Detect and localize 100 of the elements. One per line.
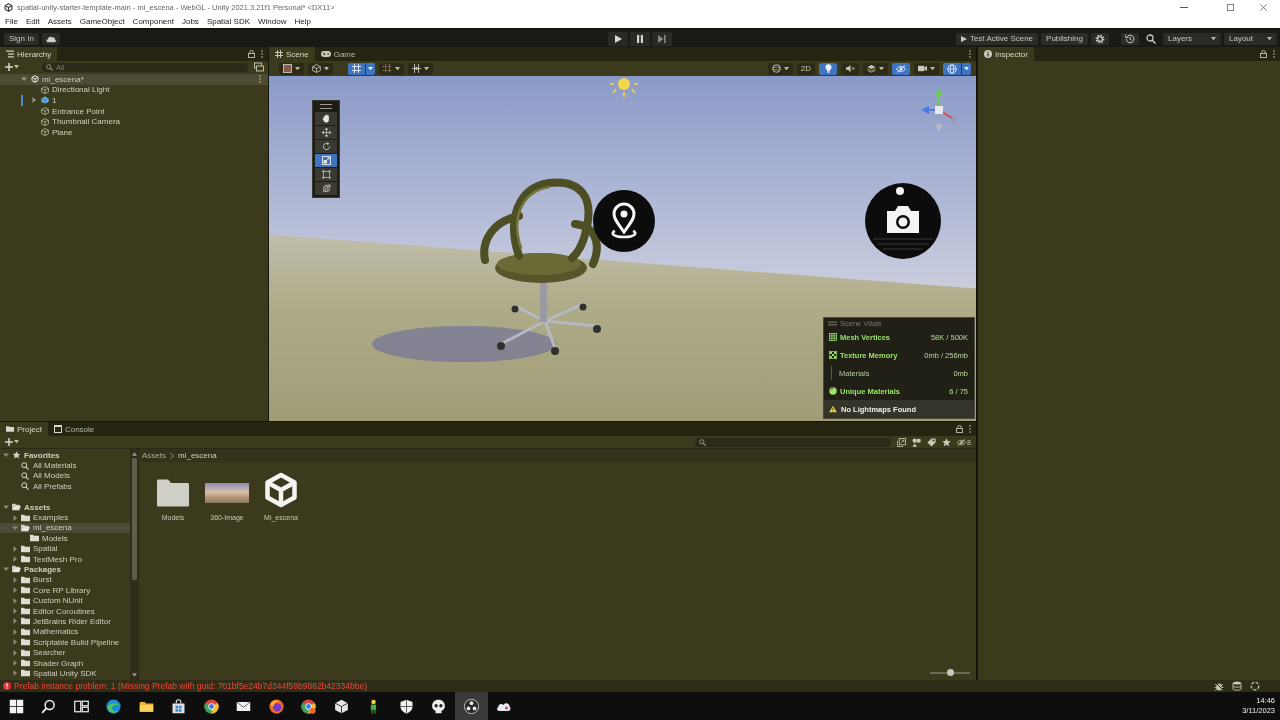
menu-item[interactable]: Component [128,14,178,28]
transform-tool-button[interactable] [315,182,337,195]
disclosure-arrow-icon[interactable] [3,504,9,511]
scene-camera-dropdown[interactable] [914,62,939,75]
project-tree-item[interactable]: Shader Graph [0,657,130,669]
tag-icon[interactable] [927,437,937,447]
disclosure-arrow-icon[interactable] [12,618,18,625]
publishing-button[interactable]: Publishing [1041,32,1088,45]
layers-dropdown[interactable]: Layers [1163,32,1221,45]
panel-tab[interactable]: Project [0,422,48,436]
hierarchy-item[interactable]: Thumbnail Camera [0,116,268,127]
settings-button[interactable] [1091,32,1109,45]
scrollbar-track[interactable] [130,449,138,680]
project-tree-item[interactable]: Spatial [0,543,130,554]
disclosure-arrow-icon[interactable] [12,576,18,583]
move-tool-button[interactable] [315,126,337,139]
disclosure-arrow-icon[interactable] [12,660,18,666]
hand-tool-button[interactable] [315,112,337,125]
render-mode-dropdown[interactable] [308,62,333,75]
window-arrow-icon[interactable] [897,437,907,447]
audio-toggle[interactable] [841,62,859,75]
panel-tab[interactable]: Console [47,422,101,436]
layout-dropdown[interactable]: Layout [1224,32,1277,45]
disclosure-arrow-icon[interactable] [12,514,18,521]
menu-item[interactable]: Assets [43,14,76,28]
shapes-icon[interactable] [912,437,922,447]
view-tab[interactable]: Scene [269,47,315,61]
project-tree-item[interactable]: mi_escena [0,522,130,534]
rotate-tool-button[interactable] [315,140,337,153]
disclosure-arrow-icon[interactable] [12,649,18,656]
disclosure-arrow-icon[interactable] [12,639,18,646]
gizmos-options-button[interactable] [962,62,971,75]
grid-snap-toggle[interactable] [348,62,365,75]
scale-tool-button[interactable] [315,154,337,167]
sign-in-button[interactable]: Sign In [4,32,39,45]
project-tree-item[interactable]: Custom NUnit [0,595,130,606]
hierarchy-item[interactable]: mi_escena* [0,74,268,85]
project-tree-item[interactable]: Searcher [0,647,130,658]
disclosure-arrow-icon[interactable] [12,628,18,635]
hierarchy-item[interactable]: Plane [0,126,268,138]
menu-item[interactable]: File [1,14,22,28]
spinner-icon[interactable] [1250,681,1260,691]
disclosure-arrow-icon[interactable] [31,97,37,104]
scrollbar-thumb[interactable] [131,458,137,580]
menu-item[interactable]: Jobs [177,14,203,28]
visibility-toggle[interactable] [892,62,910,75]
project-tree-item[interactable]: Editor Coroutines [0,605,130,617]
bug-icon[interactable] [1214,681,1224,691]
increment-snap-dropdown[interactable] [408,62,433,75]
star-icon[interactable] [942,437,952,447]
project-tree-item[interactable]: All Prefabs [0,481,130,492]
hierarchy-item[interactable]: 1 [0,95,268,106]
grip-icon[interactable] [828,320,837,326]
lighting-toggle[interactable] [819,62,837,75]
add-button[interactable] [4,62,20,72]
disclosure-arrow-icon[interactable] [12,556,18,563]
lock-icon[interactable] [248,50,255,58]
project-tree-item[interactable]: All Materials [0,460,130,471]
view-tab[interactable]: Game [314,47,362,61]
draw-mode-dropdown[interactable] [279,62,304,75]
project-tree-item[interactable]: Spatial Unity SDK [0,668,130,679]
step-button[interactable] [652,31,672,46]
menu-item[interactable]: Window [254,14,291,28]
disclosure-arrow-icon[interactable] [3,566,9,573]
menu-item[interactable]: Help [290,14,315,28]
add-button[interactable] [4,437,20,447]
play-button[interactable] [608,31,628,46]
hierarchy-tab[interactable]: Hierarchy [0,47,58,61]
disclosure-arrow-icon[interactable] [12,597,18,604]
project-tree-item[interactable]: Assets [0,501,130,513]
project-tree-item[interactable]: Scriptable Build Pipeline [0,637,130,648]
pause-button[interactable] [630,31,650,46]
disclosure-arrow-icon[interactable] [12,587,18,594]
disclosure-arrow-icon[interactable] [12,670,18,677]
breadcrumb-link[interactable]: mi_escena [178,451,217,460]
menu-item[interactable]: Edit [21,14,44,28]
disclosure-arrow-icon[interactable] [12,608,18,615]
menu-item[interactable]: Spatial SDK [202,14,254,28]
hierarchy-item[interactable]: Directional Light [0,84,268,96]
2d-toggle[interactable]: 2D [796,62,815,75]
shading-dropdown[interactable] [767,62,793,75]
rect-tool-button[interactable] [315,168,337,181]
down-arrow-icon[interactable] [131,673,137,677]
grid-dropdown[interactable] [379,62,404,75]
project-tree-item[interactable]: All Models [0,470,130,482]
status-message[interactable]: Prefab instance problem: 1 (Missing Prefab with guid: 701bf5e24b7d344f59b9862b42334bbe) [14,681,367,691]
zoom-slider-thumb[interactable] [946,669,954,676]
lock-icon[interactable] [956,425,963,433]
up-arrow-icon[interactable] [131,452,137,456]
camera-icon[interactable] [865,183,941,259]
stacked-windows-icon[interactable] [254,62,264,72]
history-button[interactable] [1121,32,1139,45]
project-tree-item[interactable]: Packages [0,564,130,575]
project-tree-item[interactable]: Burst [0,574,130,586]
cloud-button[interactable] [41,32,60,45]
project-tree-item[interactable]: Core RP Library [0,585,130,596]
breadcrumb-link[interactable]: Assets [142,451,166,460]
grid-snap-options-button[interactable] [366,62,375,75]
axis-gizmo-icon[interactable] [919,88,959,134]
effects-dropdown[interactable] [863,62,888,75]
